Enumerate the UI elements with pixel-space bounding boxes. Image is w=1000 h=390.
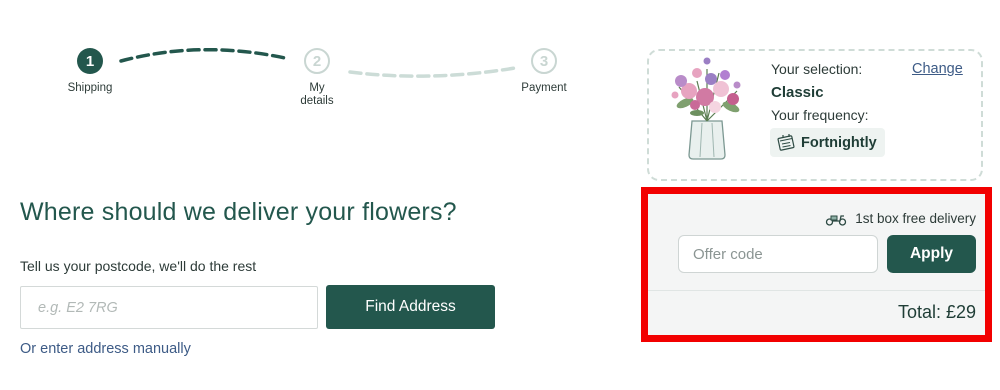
scooter-icon (826, 214, 847, 226)
offer-code-panel: 1st box free delivery Apply Total: £29 (641, 187, 992, 342)
step-number: 2 (304, 48, 330, 74)
delivery-note-text: 1st box free delivery (855, 211, 976, 226)
step-my-details: 2 My details (272, 48, 362, 108)
frequency-value: Fortnightly (801, 134, 877, 151)
enter-address-manually-link[interactable]: Or enter address manually (20, 341, 191, 357)
order-total: Total: £29 (897, 302, 976, 322)
change-selection-link[interactable]: Change (912, 61, 963, 77)
frequency-label: Your frequency: (771, 107, 869, 123)
selection-summary-card: Your selection: Change Classic Your freq… (647, 49, 983, 181)
frequency-badge: Fortnightly (770, 128, 885, 157)
postcode-input[interactable] (20, 286, 318, 329)
calendar-icon (777, 134, 795, 151)
page-title: Where should we deliver your flowers? (20, 198, 457, 226)
bouquet-image (671, 57, 741, 160)
checkout-stepper: 1 Shipping 2 My details 3 Payment (0, 0, 640, 130)
selection-value: Classic (771, 84, 824, 101)
panel-divider (648, 290, 985, 291)
step-shipping: 1 Shipping (45, 48, 135, 95)
step-number: 3 (531, 48, 557, 74)
postcode-instructions: Tell us your postcode, we'll do the rest (20, 258, 257, 274)
selection-label: Your selection: (771, 61, 863, 77)
find-address-button[interactable]: Find Address (326, 285, 495, 329)
step-label: My details (300, 82, 334, 107)
offer-code-input[interactable] (678, 235, 878, 273)
step-number: 1 (77, 48, 103, 74)
step-label: Shipping (67, 82, 113, 94)
apply-offer-button[interactable]: Apply (887, 235, 976, 273)
step-payment: 3 Payment (499, 48, 589, 95)
free-delivery-note: 1st box free delivery (825, 211, 976, 226)
step-label: Payment (521, 82, 567, 94)
